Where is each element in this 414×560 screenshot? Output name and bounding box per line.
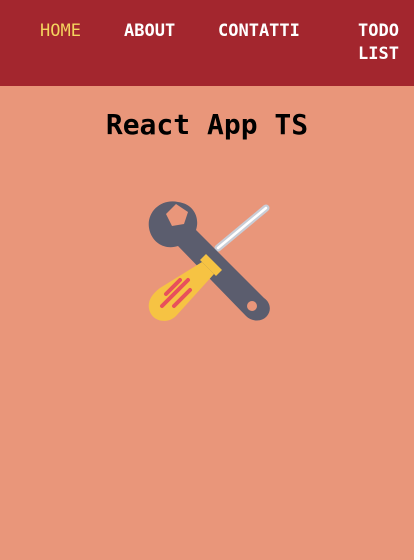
wrench-screwdriver-icon bbox=[148, 201, 270, 321]
screwdriver-handle bbox=[148, 254, 222, 321]
page-title: React App TS bbox=[105, 108, 309, 141]
nav-about-link[interactable]: ABOUT bbox=[124, 20, 175, 43]
nav-todo-list-link[interactable]: TODO LIST bbox=[358, 20, 414, 66]
nav-home-link[interactable]: HOME bbox=[40, 20, 81, 43]
nav-contatti-link[interactable]: CONTATTI bbox=[218, 20, 300, 43]
navbar: HOME ABOUT CONTATTI TODO LIST bbox=[0, 0, 414, 86]
screwdriver-shaft bbox=[214, 204, 270, 252]
